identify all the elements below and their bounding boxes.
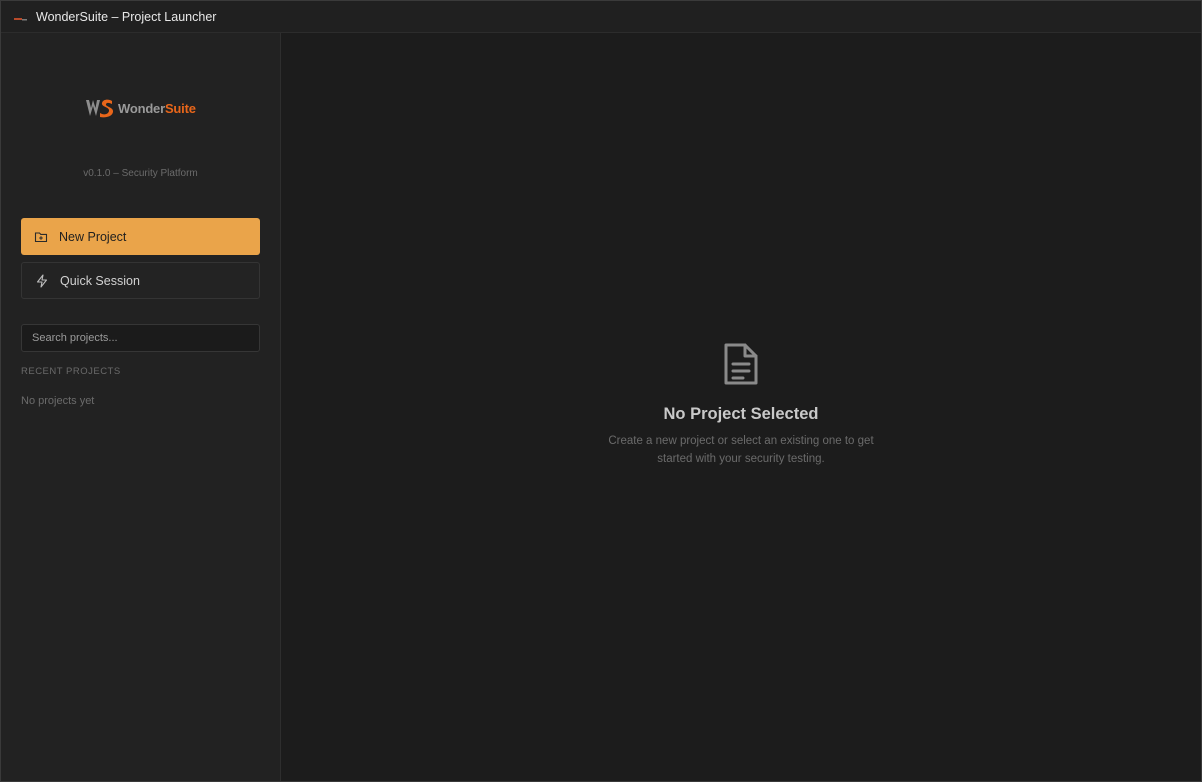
folder-plus-icon bbox=[34, 230, 48, 244]
version-label: v0.1.0 – Security Platform bbox=[83, 168, 198, 179]
wondersuite-logo: WonderSuite bbox=[85, 97, 196, 119]
quick-session-button[interactable]: Quick Session bbox=[21, 262, 260, 299]
search-projects-input[interactable] bbox=[21, 324, 260, 352]
logo-wordmark: WonderSuite bbox=[118, 101, 196, 116]
ws-logo-mark bbox=[86, 99, 114, 118]
app-icon bbox=[14, 12, 28, 22]
empty-state-title: No Project Selected bbox=[663, 405, 819, 423]
window-title: WonderSuite – Project Launcher bbox=[36, 9, 217, 24]
main-panel: No Project Selected Create a new project… bbox=[281, 33, 1201, 781]
title-bar[interactable]: WonderSuite – Project Launcher bbox=[1, 1, 1201, 33]
logo-word-wonder: Wonder bbox=[118, 100, 165, 116]
sidebar: WonderSuite v0.1.0 – Security Platform N… bbox=[1, 33, 281, 781]
empty-state: No Project Selected Create a new project… bbox=[281, 341, 1201, 468]
recent-projects-heading: RECENT PROJECTS bbox=[21, 366, 121, 377]
recent-projects-empty: No projects yet bbox=[21, 395, 95, 407]
app-window: WonderSuite – Project Launcher WonderSui… bbox=[0, 0, 1202, 782]
lightning-icon bbox=[35, 273, 49, 288]
new-project-button[interactable]: New Project bbox=[21, 218, 260, 255]
document-icon bbox=[721, 341, 761, 387]
empty-state-description: Create a new project or select an existi… bbox=[608, 435, 874, 465]
logo-word-suite: Suite bbox=[164, 100, 196, 116]
quick-session-label: Quick Session bbox=[60, 273, 140, 288]
new-project-label: New Project bbox=[59, 229, 127, 244]
